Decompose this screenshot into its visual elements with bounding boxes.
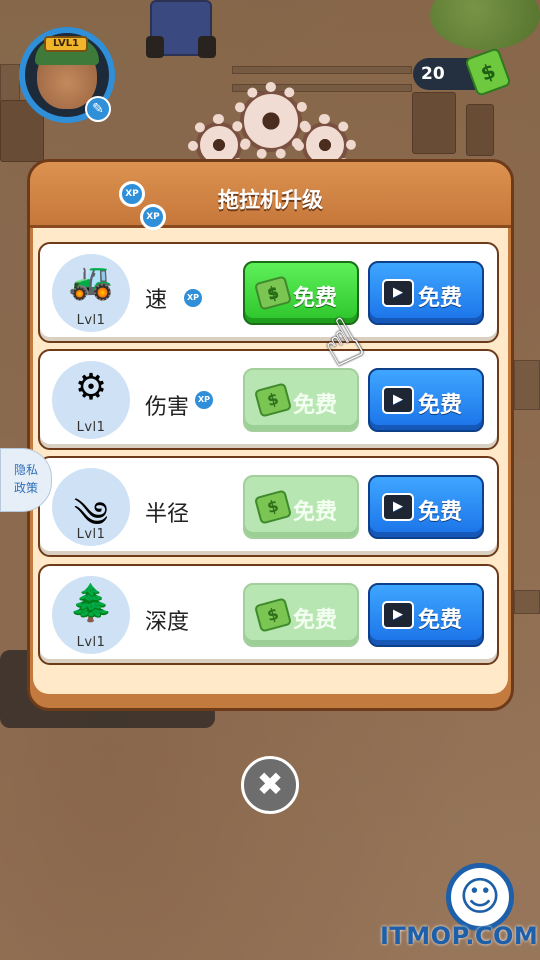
pencil-icon: ✎ <box>92 101 104 117</box>
button-label: 免费 <box>293 608 338 633</box>
gear-icon <box>232 82 310 160</box>
button-label: 免费 <box>418 286 463 311</box>
forest-depth-icon: 🌲 Lvl1 <box>52 576 130 654</box>
video-upgrade-button[interactable]: 免费 <box>368 368 484 432</box>
button-label: 免费 <box>418 393 463 418</box>
xp-badge-icon: XP <box>193 389 215 411</box>
radius-icon: ༄ Lvl1 <box>52 468 130 546</box>
cash-upgrade-button[interactable]: 免费 <box>243 475 359 539</box>
upgrade-row-depth: 🌲 Lvl1 深度 免费 免费 <box>38 564 499 665</box>
cash-amount: 20 <box>421 64 445 84</box>
video-upgrade-button[interactable]: 免费 <box>368 261 484 325</box>
upgrade-label: 伤害 <box>145 395 190 420</box>
privacy-line-2: 政策 <box>13 481 38 495</box>
upgrade-label: 深度 <box>145 610 190 635</box>
close-button[interactable]: ✖ <box>241 756 299 814</box>
player-level-badge: LVL1 <box>44 36 88 52</box>
upgrade-level: Lvl1 <box>76 527 106 542</box>
button-label: 免费 <box>293 500 338 525</box>
upgrade-level: Lvl1 <box>76 420 106 435</box>
xp-badge-icon: XP <box>182 287 204 309</box>
video-clapper-icon <box>382 386 414 414</box>
xp-badge-icon: XP <box>119 181 145 207</box>
close-icon: ✖ <box>256 765 284 803</box>
edit-profile-button[interactable]: ✎ <box>85 96 111 122</box>
saw-blade-icon: ⚙ Lvl1 <box>52 361 130 439</box>
upgrade-label: 速 <box>145 288 168 313</box>
cash-icon <box>253 275 293 311</box>
upgrade-row-speed: 🚜 Lvl1 速 XP 免费 免费 <box>38 242 499 343</box>
upgrade-row-damage: ⚙ Lvl1 伤害 XP 免费 免费 <box>38 349 499 450</box>
video-clapper-icon <box>382 493 414 521</box>
site-watermark: ITMOP.COM <box>380 922 539 950</box>
cash-upgrade-button[interactable]: 免费 <box>243 583 359 647</box>
button-label: 免费 <box>418 608 463 633</box>
cash-icon <box>253 382 293 418</box>
cash-icon <box>253 489 293 525</box>
upgrade-level: Lvl1 <box>76 635 106 650</box>
support-agent-icon <box>446 863 514 931</box>
panel-title: 拖拉机升级 <box>218 188 323 212</box>
tractor-icon: 🚜 Lvl1 <box>52 254 130 332</box>
video-clapper-icon <box>382 601 414 629</box>
button-label: 免费 <box>418 500 463 525</box>
privacy-line-1: 隐私 <box>13 463 38 477</box>
video-upgrade-button[interactable]: 免费 <box>368 475 484 539</box>
video-upgrade-button[interactable]: 免费 <box>368 583 484 647</box>
cash-icon <box>253 597 293 633</box>
upgrade-row-radius: ༄ Lvl1 半径 免费 免费 <box>38 456 499 557</box>
video-clapper-icon <box>382 279 414 307</box>
upgrade-level: Lvl1 <box>76 313 106 328</box>
panel-header: 拖拉机升级 <box>30 162 511 228</box>
xp-badge-icon: XP <box>140 204 166 230</box>
upgrade-label: 半径 <box>145 502 190 527</box>
